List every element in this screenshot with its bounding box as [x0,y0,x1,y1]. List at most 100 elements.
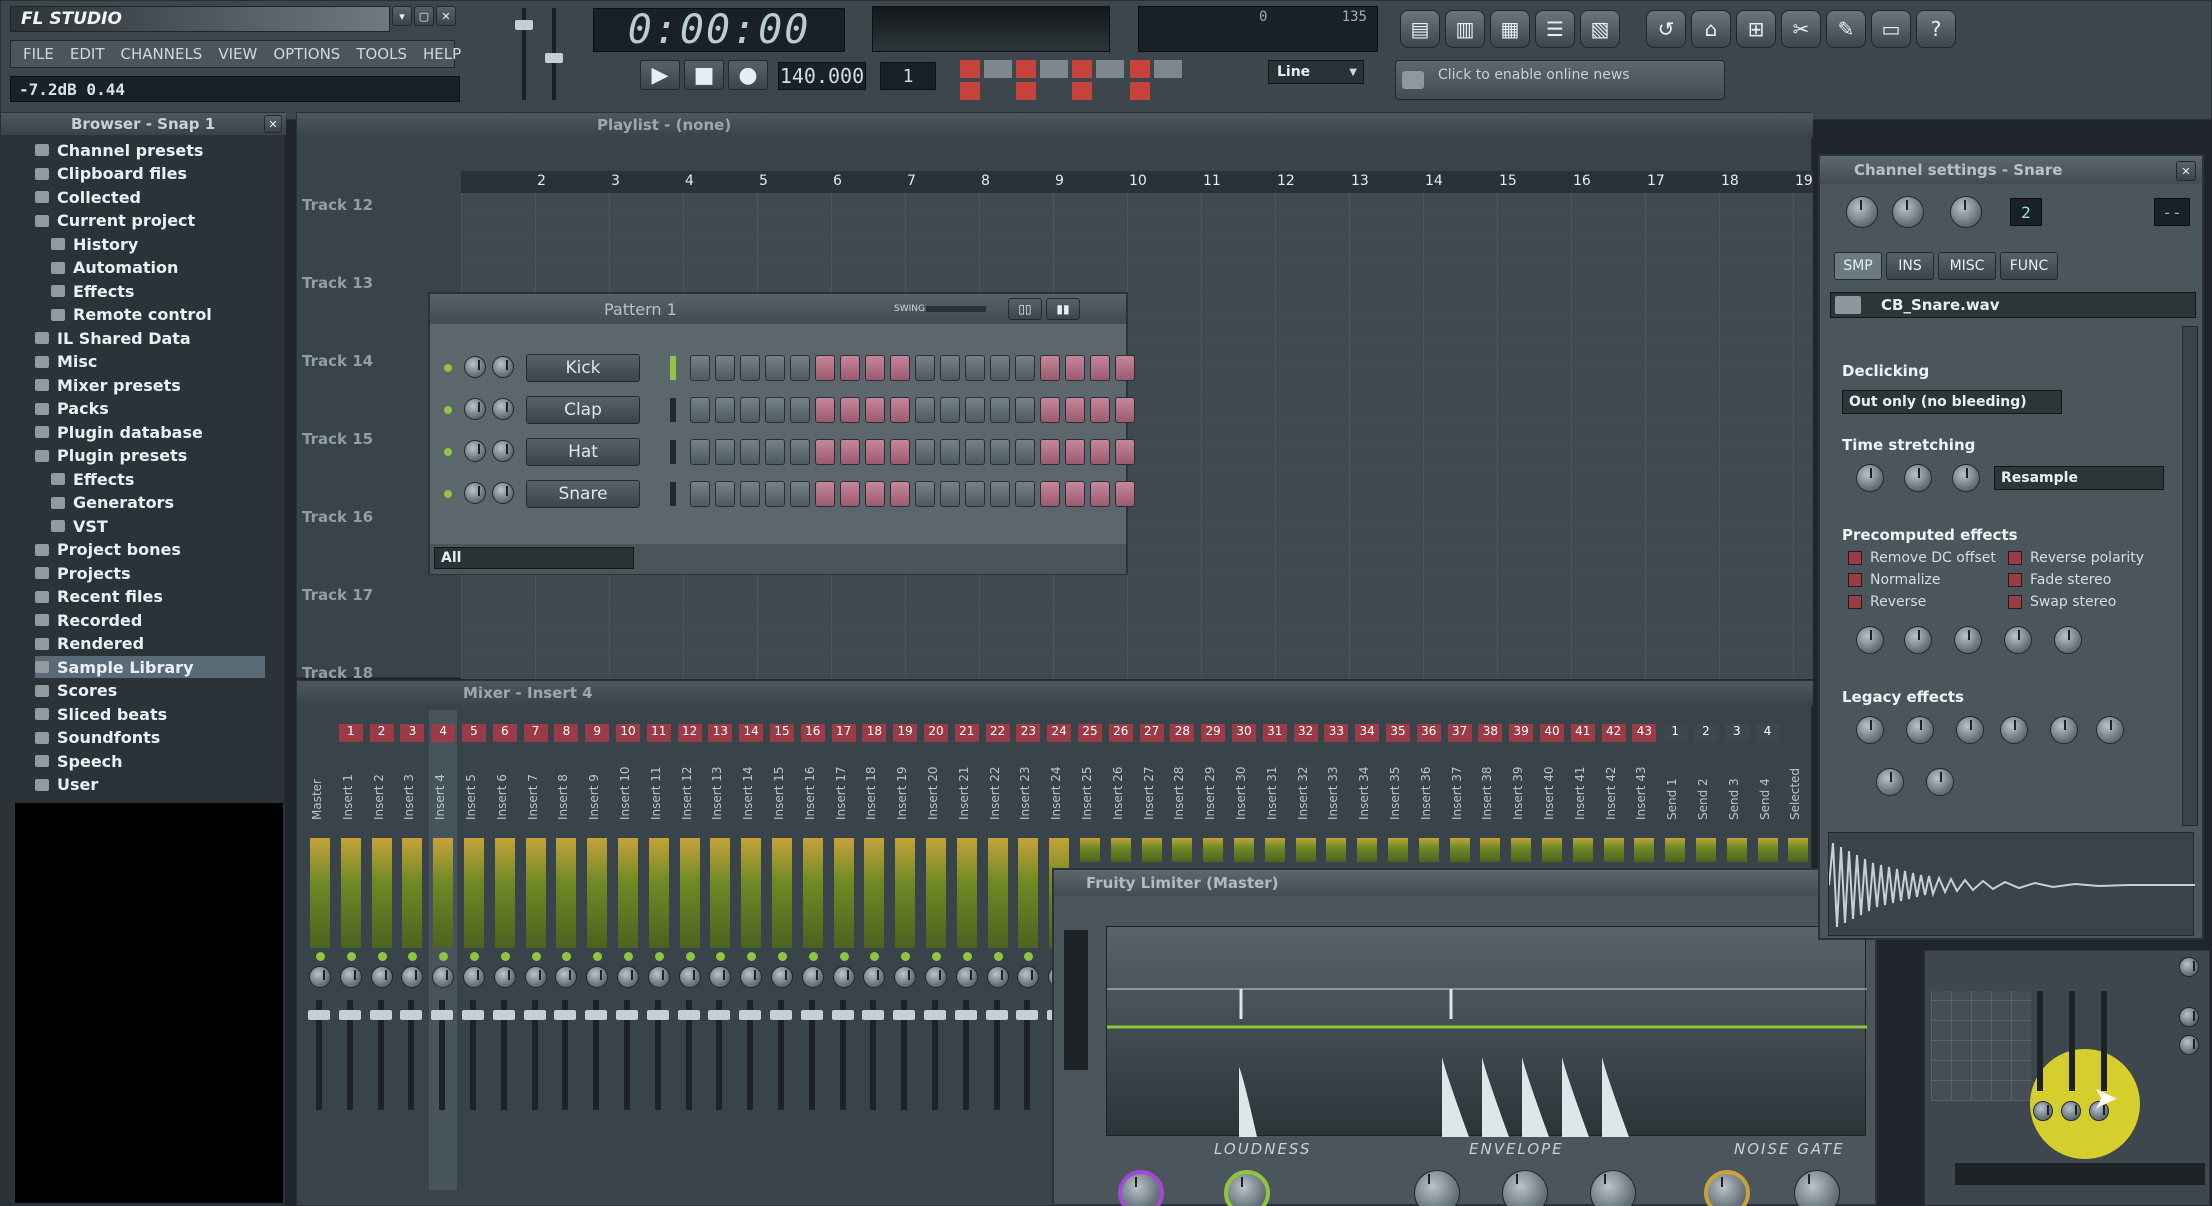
tab-smp[interactable]: SMP [1834,252,1882,280]
browser-item[interactable]: IL Shared Data [35,327,191,349]
mixer-fader-cap[interactable] [924,1010,946,1020]
mixer-fader-cap[interactable] [770,1010,792,1020]
step-button[interactable] [790,439,810,465]
ruler-bar-number[interactable]: 10 [1129,173,1147,189]
step-button[interactable] [840,355,860,381]
channel-name-button[interactable]: Hat [526,438,640,466]
step-button[interactable] [715,355,735,381]
checkbox[interactable] [2008,573,2022,587]
step-button[interactable] [990,397,1010,423]
legacy-reverb-knob[interactable] [1876,768,1904,796]
step-button[interactable] [990,355,1010,381]
mixer-strip[interactable]: 15 Insert 15 [768,710,796,1190]
mixer-strip[interactable]: 17 Insert 17 [830,710,858,1190]
browser-item[interactable]: Automation [51,257,178,279]
online-news-bar[interactable]: Click to enable online news [1395,60,1725,100]
mixer-strip[interactable]: Master [306,710,334,1190]
ruler-bar-number[interactable]: 4 [685,173,694,189]
browser-item[interactable]: VST [51,515,108,537]
mixer-fader-cap[interactable] [400,1010,423,1020]
step-button[interactable] [715,439,735,465]
tab-func[interactable]: FUNC [2000,252,2058,280]
browser-item[interactable]: Sliced beats [35,703,167,725]
precomputed-effect-option[interactable]: Swap stereo [2008,594,2116,610]
browser-item[interactable]: Remote control [51,304,212,326]
step-button[interactable] [765,397,785,423]
swing-slider[interactable] [926,306,986,312]
menu-help[interactable]: HELP [423,45,461,63]
track-label[interactable]: Track 13 [302,274,373,292]
mixer-strip[interactable]: 2 Insert 2 [368,710,396,1190]
browser-item[interactable]: Collected [35,186,141,208]
step-button[interactable] [1015,439,1035,465]
browser-item[interactable]: History [51,233,138,255]
track-label[interactable]: Track 15 [302,430,373,448]
mixer-fader-cap[interactable] [338,1010,361,1020]
step-button[interactable] [690,439,710,465]
step-button[interactable] [940,481,960,507]
sample-file-row[interactable]: CB_Snare.wav [1830,292,2196,318]
step-button[interactable] [1040,355,1060,381]
browser-item[interactable]: Recorded [35,609,142,631]
mixer-mute-led[interactable] [962,952,972,961]
step-button[interactable] [915,439,935,465]
stretch-mul-knob[interactable] [1904,464,1932,492]
step-button[interactable] [890,397,910,423]
mixer-pan-knob[interactable] [309,966,331,988]
mixer-strip[interactable]: 13 Insert 13 [706,710,734,1190]
mixer-pan-knob[interactable] [493,966,516,988]
menu-edit[interactable]: EDIT [70,45,105,63]
mixer-pan-knob[interactable] [678,966,701,988]
mini-fader-2[interactable] [2069,991,2075,1091]
mixer-fader-cap[interactable] [462,1010,484,1020]
mixer-strip[interactable]: 6 Insert 6 [491,710,519,1190]
step-button[interactable] [690,481,710,507]
step-button[interactable] [1015,355,1035,381]
mixer-strip[interactable]: 10 Insert 10 [614,710,642,1190]
browser-item[interactable]: Plugin database [35,421,203,443]
step-button[interactable] [765,355,785,381]
mixer-pan-knob[interactable] [986,966,1009,988]
pattern-selector[interactable]: 1 [880,62,936,90]
step-button[interactable] [740,397,760,423]
ruler-bar-number[interactable]: 8 [981,173,990,189]
mixer-mute-led[interactable] [778,952,787,961]
step-button[interactable] [1090,355,1110,381]
tempo-display[interactable]: 140.000 [778,62,866,90]
mixer-mute-led[interactable] [901,952,911,961]
menu-channels[interactable]: CHANNELS [121,45,203,63]
browser-item[interactable]: Clipboard files [35,163,187,185]
step-button[interactable] [815,355,835,381]
legacy-amp-knob[interactable] [1856,716,1884,744]
ruler-bar-number[interactable]: 5 [759,173,768,189]
step-button[interactable] [790,397,810,423]
step-button[interactable] [1015,397,1035,423]
gate-threshold-knob[interactable] [1704,1170,1750,1206]
tab-ins[interactable]: INS [1886,252,1934,280]
mixer-strip[interactable]: 11 Insert 11 [645,710,673,1190]
step-button[interactable] [740,481,760,507]
mixer-fader-cap[interactable] [431,1010,454,1020]
mixer-fader-cap[interactable] [954,1010,977,1020]
cut-tool-icon[interactable]: ✂ [1781,10,1821,48]
checkbox[interactable] [2008,595,2022,609]
mixer-mute-led[interactable] [1024,952,1034,961]
step-button[interactable] [740,439,760,465]
step-button[interactable] [690,397,710,423]
mixer-mute-led[interactable] [716,952,726,961]
mixer-pan-knob[interactable] [432,966,455,988]
step-button[interactable] [1065,397,1085,423]
ruler-bar-number[interactable]: 9 [1055,173,1064,189]
mixer-strip[interactable]: 8 Insert 8 [552,710,580,1190]
mixer-mute-led[interactable] [993,952,1003,961]
ruler-bar-number[interactable]: 11 [1203,173,1221,189]
mixer-pan-knob[interactable] [771,966,793,988]
mixer-mute-led[interactable] [870,952,880,961]
browser-item[interactable]: Current project [35,210,195,232]
step-button[interactable] [1040,397,1060,423]
piano-roll-icon[interactable]: ▥ [1445,10,1485,48]
precomputed-effect-option[interactable]: Fade stereo [2008,572,2111,588]
legacy-sdel-knob[interactable] [1926,768,1954,796]
channel-name-button[interactable]: Clap [526,396,640,424]
step-button[interactable] [865,439,885,465]
